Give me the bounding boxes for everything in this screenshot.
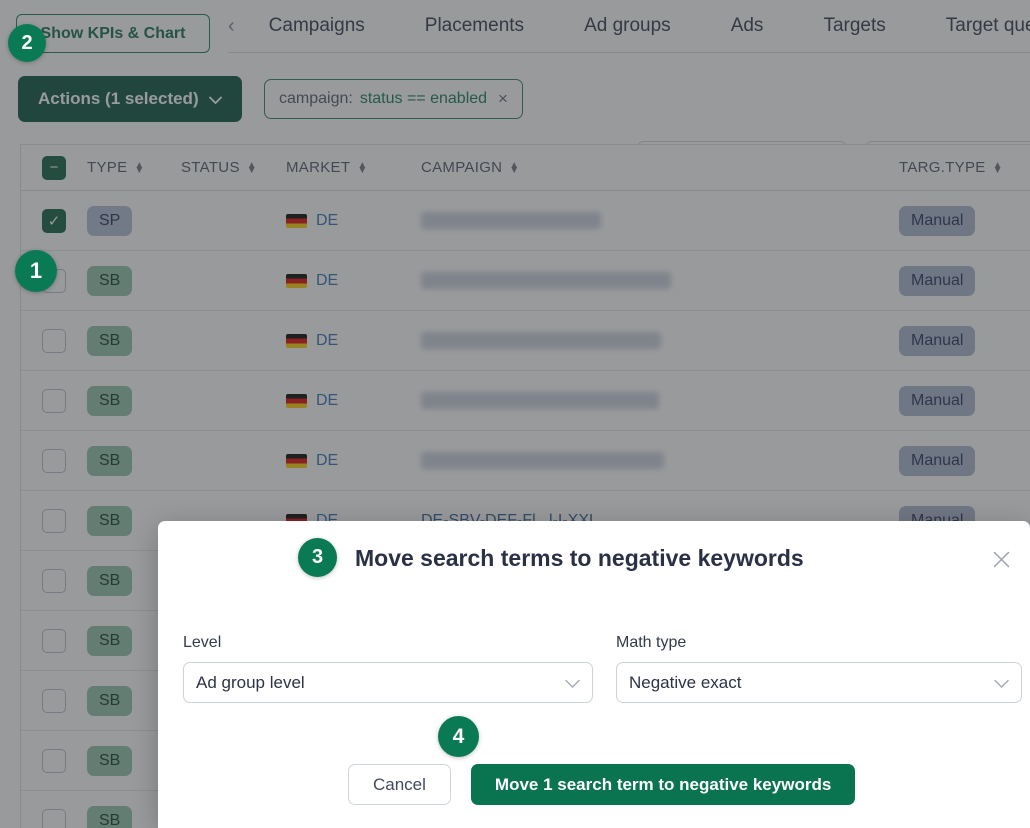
step-badge-1: 1 <box>15 250 57 292</box>
math-type-select-value: Negative exact <box>629 672 742 692</box>
level-select[interactable]: Ad group level <box>183 662 593 703</box>
dialog-actions: Cancel Move 1 search term to negative ke… <box>348 764 856 805</box>
dialog-title: Move search terms to negative keywords <box>355 545 804 571</box>
chevron-down-icon <box>565 673 580 693</box>
math-type-select[interactable]: Negative exact <box>616 662 1022 703</box>
close-icon[interactable] <box>988 546 1014 572</box>
move-search-terms-button[interactable]: Move 1 search term to negative keywords <box>470 764 856 805</box>
app-root: Show KPIs & Chart ‹ Campaigns Placements… <box>0 0 1030 828</box>
step-badge-2: 2 <box>8 24 46 62</box>
step-badge-3: 3 <box>298 538 337 577</box>
chevron-down-icon <box>994 673 1009 693</box>
math-type-field: Math type Negative exact <box>616 634 1022 703</box>
level-select-value: Ad group level <box>196 672 305 692</box>
level-field: Level Ad group level <box>183 634 593 703</box>
move-search-terms-dialog: Move search terms to negative keywords L… <box>158 521 1030 828</box>
step-badge-4: 4 <box>438 716 479 757</box>
level-label: Level <box>183 634 222 651</box>
math-type-label: Math type <box>616 634 687 651</box>
cancel-button[interactable]: Cancel <box>348 764 451 805</box>
